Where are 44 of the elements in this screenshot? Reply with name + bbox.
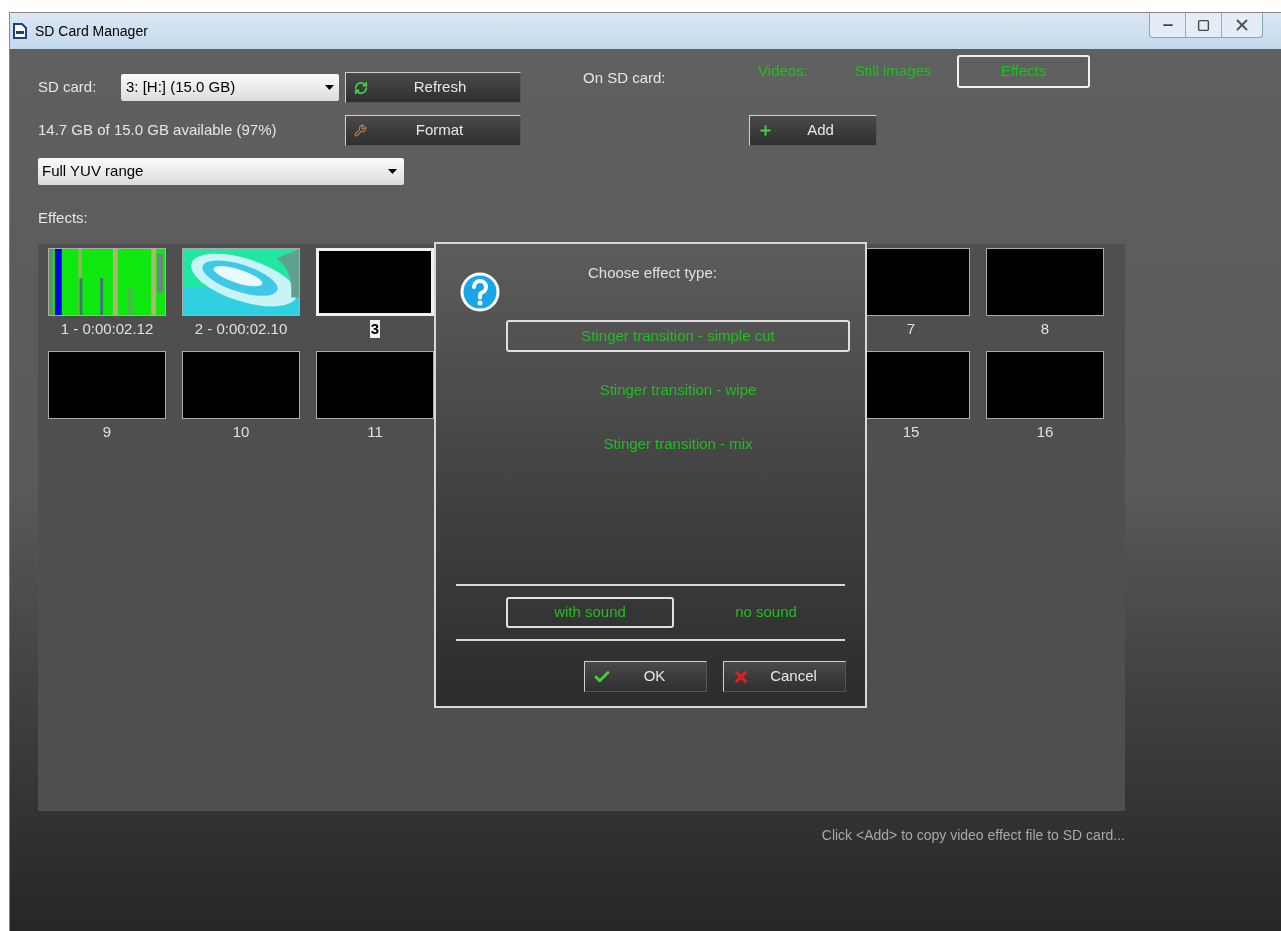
sound-option[interactable]: no sound bbox=[682, 597, 850, 628]
effect-thumbnail[interactable] bbox=[48, 350, 166, 419]
sound-option[interactable]: with sound bbox=[506, 597, 674, 628]
dropdown-caret-icon bbox=[388, 169, 397, 174]
effect-thumbnail[interactable] bbox=[182, 350, 300, 419]
effect-type-option[interactable]: Stinger transition - wipe bbox=[506, 374, 850, 406]
effect-label: 9 bbox=[102, 422, 112, 441]
dropdown-caret-icon bbox=[325, 85, 334, 90]
help-icon bbox=[460, 272, 500, 312]
effect-label: 2 - 0:00:02.10 bbox=[194, 319, 288, 338]
effect-label: 10 bbox=[232, 422, 250, 441]
effect-thumbnail[interactable] bbox=[986, 350, 1104, 419]
effect-label: 15 bbox=[902, 422, 920, 441]
effect-label: 8 bbox=[1040, 319, 1050, 338]
sd-card-label: SD card: bbox=[38, 77, 98, 98]
cancel-button[interactable]: Cancel bbox=[723, 661, 846, 692]
effect-thumbnail[interactable] bbox=[986, 247, 1104, 316]
media-tab[interactable]: Videos: bbox=[733, 55, 833, 88]
effect-label: 7 bbox=[906, 319, 916, 338]
effect-thumbnail[interactable] bbox=[316, 350, 434, 419]
effect-label: 16 bbox=[1036, 422, 1054, 441]
effect-label: 3 bbox=[369, 319, 381, 338]
refresh-button[interactable]: Refresh bbox=[345, 72, 521, 103]
format-button[interactable]: Format bbox=[345, 115, 521, 146]
wrench-icon bbox=[354, 124, 367, 137]
window-title: SD Card Manager bbox=[35, 21, 148, 41]
dialog-title: Choose effect type: bbox=[588, 263, 717, 283]
add-button[interactable]: Add bbox=[749, 114, 877, 146]
sd-card-icon bbox=[13, 23, 27, 39]
on-sd-card-label: On SD card: bbox=[583, 68, 667, 88]
capacity-text: 14.7 GB of 15.0 GB available (97%) bbox=[38, 120, 278, 141]
sd-card-dropdown[interactable]: 3: [H:] (15.0 GB) bbox=[121, 74, 339, 101]
media-tab[interactable]: Still images bbox=[833, 55, 953, 88]
status-text: Click <Add> to copy video effect file to SD card... bbox=[821, 825, 1125, 845]
effect-label: 1 - 0:00:02.12 bbox=[60, 319, 154, 338]
plus-icon bbox=[758, 122, 773, 138]
effect-type-option[interactable]: Stinger transition - mix bbox=[506, 428, 850, 460]
effect-type-option[interactable]: Stinger transition - simple cut bbox=[506, 320, 850, 352]
ok-button[interactable]: OK bbox=[584, 661, 707, 692]
maximize-icon bbox=[1197, 18, 1210, 32]
effects-label: Effects: bbox=[38, 208, 89, 228]
refresh-icon bbox=[354, 80, 368, 95]
range-dropdown[interactable]: Full YUV range bbox=[38, 158, 404, 185]
effect-label: 11 bbox=[367, 422, 383, 441]
